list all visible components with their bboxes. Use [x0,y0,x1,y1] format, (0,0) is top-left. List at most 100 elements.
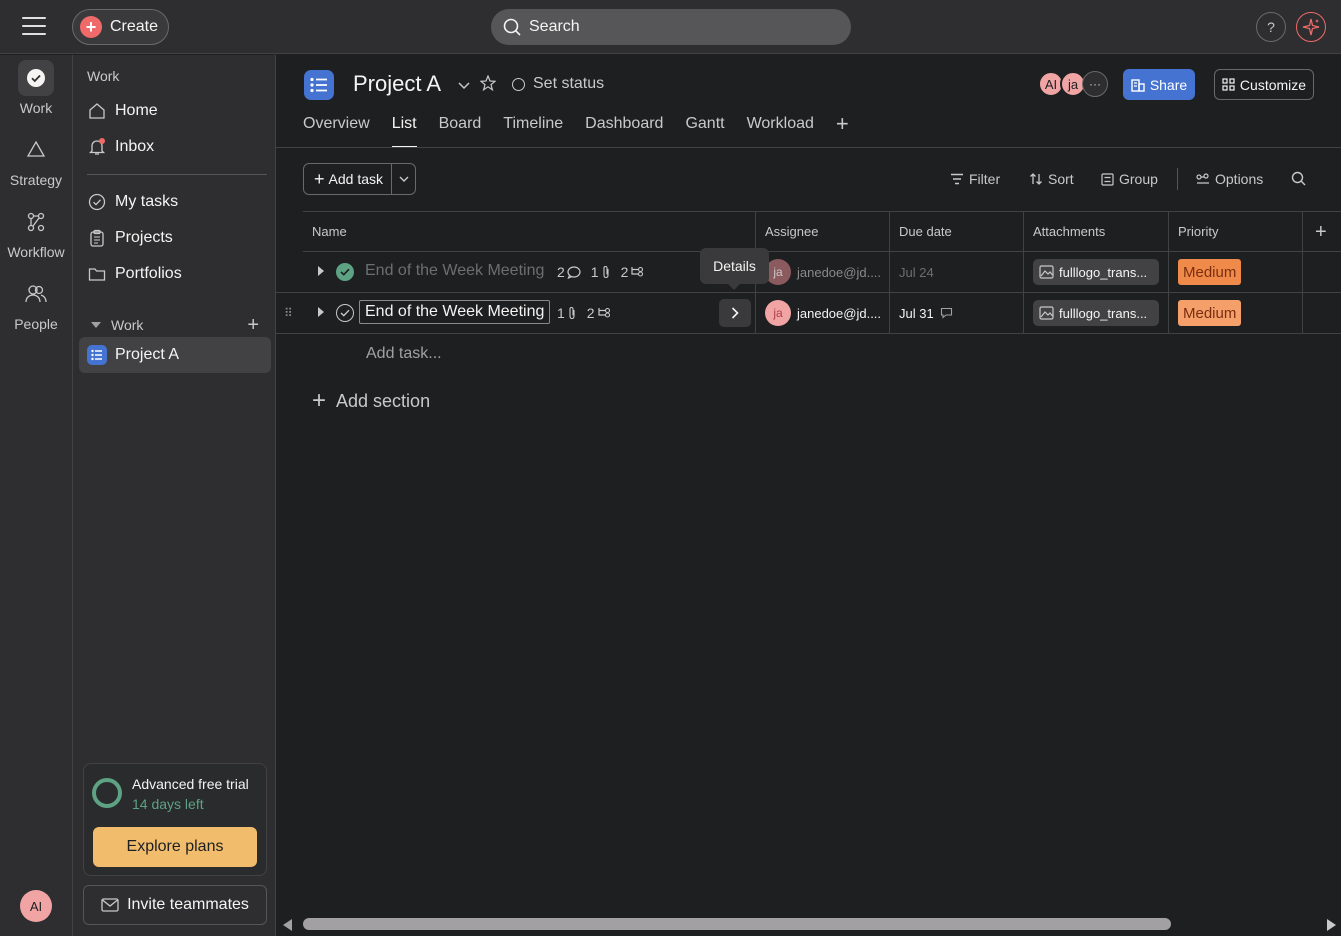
column-header-attachments[interactable]: Attachments [1024,212,1169,252]
attachments-cell[interactable]: fulllogo_trans... [1024,293,1169,333]
search-input[interactable]: Search [491,9,851,45]
check-circle-icon [18,60,54,96]
filter-icon [951,173,963,185]
sort-button[interactable]: Sort [1029,171,1074,187]
project-list-icon [304,70,334,100]
tab-list[interactable]: List [391,115,417,148]
tab-timeline[interactable]: Timeline [503,115,563,148]
add-section-label: Add section [336,390,431,411]
rail-label: Workflow [7,244,65,260]
workflow-icon [18,204,54,240]
sidebar-item-project-a[interactable]: Project A [79,337,271,373]
subtask-icon [597,307,610,318]
details-button[interactable] [719,299,751,327]
assignee-cell[interactable]: ja janedoe@jd.... [756,252,890,292]
due-date-cell[interactable]: Jul 31 [890,293,1024,333]
add-task-button-group: + Add task [303,163,416,195]
attachment-chip[interactable]: fulllogo_trans... [1033,300,1159,326]
complete-checkbox[interactable] [336,304,354,322]
project-members[interactable]: AI ja ··· [1038,71,1108,97]
complete-checkbox[interactable] [336,263,354,281]
tab-workload[interactable]: Workload [747,115,814,148]
ai-sparkle-button[interactable] [1296,12,1326,42]
rail-item-people[interactable]: People [0,276,72,332]
add-task-button[interactable]: + Add task [304,164,393,194]
expand-subtasks-icon[interactable] [318,307,324,317]
attachments-cell[interactable]: fulllogo_trans... [1024,252,1169,292]
horizontal-scrollbar[interactable] [276,913,1341,936]
column-header-name[interactable]: Name [303,212,756,252]
task-name-input[interactable]: End of the Week Meeting [359,300,551,324]
share-button[interactable]: Share [1123,69,1195,100]
top-bar: + Create Search ? [0,0,1341,54]
add-section-button[interactable]: + Add section [312,389,430,413]
add-tab-icon[interactable]: + [836,113,849,148]
paperclip-icon [603,265,609,279]
chevron-down-icon[interactable] [458,77,470,93]
set-status-button[interactable]: Set status [512,75,604,93]
share-label: Share [1149,76,1188,93]
scroll-left-icon[interactable] [283,919,292,931]
search-icon [503,18,521,36]
sidebar-section-work[interactable]: Work + [87,313,265,337]
due-date-cell[interactable]: Jul 24 [890,252,1024,292]
options-button[interactable]: Options [1196,171,1263,187]
filter-label: Filter [969,171,1001,187]
search-tasks-button[interactable] [1291,171,1311,186]
star-icon[interactable] [479,74,497,94]
add-task-dropdown[interactable] [392,164,415,194]
group-button[interactable]: Group [1101,171,1158,187]
create-button[interactable]: + Create [72,9,169,45]
sidebar-item-portfolios[interactable]: Portfolios [79,256,271,292]
scrollbar-thumb[interactable] [303,918,1171,930]
drag-handle-icon[interactable]: ⠿ [284,306,293,320]
trial-card: Advanced free trial 14 days left Explore… [83,763,267,876]
sidebar-item-inbox[interactable]: Inbox [79,129,271,165]
left-rail: Work Strategy Workflow People AI [0,55,72,936]
sidebar-item-projects[interactable]: Projects [79,220,271,256]
rail-item-work[interactable]: Work [0,60,72,116]
menu-icon[interactable] [22,17,46,37]
search-icon [1291,171,1306,186]
user-avatar[interactable]: AI [20,890,52,922]
tab-board[interactable]: Board [439,115,482,148]
column-header-priority[interactable]: Priority [1169,212,1303,252]
rail-item-workflow[interactable]: Workflow [0,204,72,260]
column-header-assignee[interactable]: Assignee [756,212,890,252]
filter-button[interactable]: Filter [950,171,1000,187]
priority-cell[interactable]: Medium [1169,252,1303,292]
due-date-value: Jul 31 [899,305,934,321]
sidebar-item-home[interactable]: Home [79,93,271,129]
subtask-icon [631,266,644,277]
tab-overview[interactable]: Overview [303,115,370,148]
trial-days-left: 14 days left [132,796,204,812]
add-column-icon[interactable]: + [1315,221,1327,244]
column-header-due-date[interactable]: Due date [890,212,1024,252]
tab-dashboard[interactable]: Dashboard [585,115,663,148]
building-icon [1131,78,1145,92]
table-row[interactable]: ⠿ End of the Week Meeting 1 2 ja janedoe… [276,293,1341,334]
rail-label: Strategy [9,172,63,188]
attachment-chip[interactable]: fulllogo_trans... [1033,259,1159,285]
task-meta: 1 2 [557,305,621,321]
rail-item-strategy[interactable]: Strategy [0,132,72,188]
more-members-icon[interactable]: ··· [1082,71,1108,97]
sort-label: Sort [1048,171,1074,187]
project-title[interactable]: Project A [353,71,441,97]
avatar: ja [765,300,791,326]
assignee-cell[interactable]: ja janedoe@jd.... [756,293,890,333]
tab-gantt[interactable]: Gantt [685,115,724,148]
add-project-icon[interactable]: + [247,315,259,335]
priority-cell[interactable]: Medium [1169,293,1303,333]
help-button[interactable]: ? [1256,12,1286,42]
chevron-right-icon [731,307,739,319]
invite-teammates-button[interactable]: Invite teammates [83,885,267,925]
customize-button[interactable]: Customize [1214,69,1314,100]
table-row[interactable]: End of the Week Meeting 2 1 2 ja janedoe… [276,252,1341,293]
task-name[interactable]: End of the Week Meeting [365,262,544,280]
sidebar-item-my-tasks[interactable]: My tasks [79,184,271,220]
explore-plans-button[interactable]: Explore plans [93,827,257,867]
scroll-right-icon[interactable] [1327,919,1336,931]
expand-subtasks-icon[interactable] [318,266,324,276]
add-task-inline[interactable]: Add task... [366,345,442,363]
